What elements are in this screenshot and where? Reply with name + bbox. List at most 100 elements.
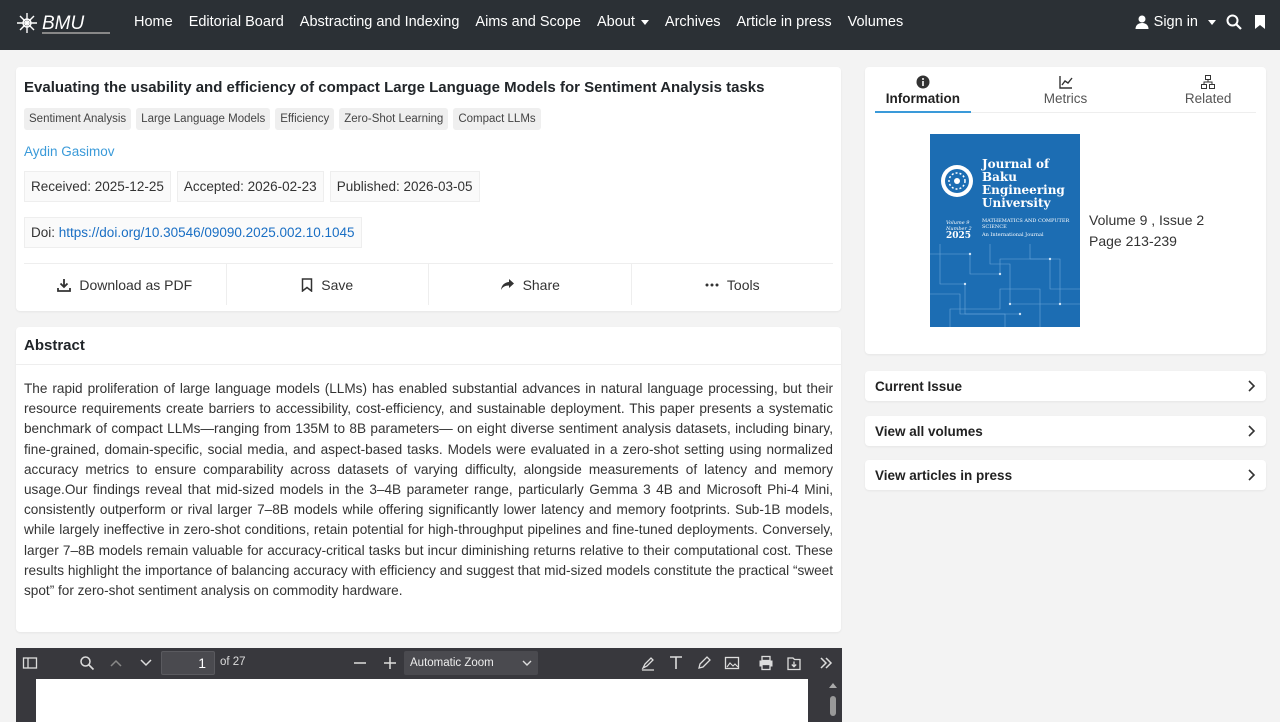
keyword-tag[interactable]: Efficiency bbox=[275, 108, 335, 130]
current-issue-label: Current Issue bbox=[875, 378, 963, 394]
nav-editorial-board[interactable]: Editorial Board bbox=[189, 14, 284, 30]
abstract-text: The rapid proliferation of large languag… bbox=[24, 381, 833, 599]
article-header-card: Evaluating the usability and efficiency … bbox=[16, 67, 841, 311]
received-date: Received: 2025-12-25 bbox=[24, 171, 171, 202]
tab-information[interactable]: Information bbox=[875, 75, 971, 113]
save-button[interactable]: Save bbox=[227, 264, 429, 305]
share-label: Share bbox=[522, 276, 560, 293]
tab-metrics[interactable]: Metrics bbox=[1018, 75, 1114, 112]
caret-down-icon bbox=[640, 19, 649, 25]
zoom-select[interactable]: Automatic Zoom bbox=[404, 651, 538, 675]
nav-archives[interactable]: Archives bbox=[665, 14, 721, 30]
info-icon bbox=[916, 75, 930, 89]
articles-in-press-label: View articles in press bbox=[875, 467, 1013, 483]
accepted-date: Accepted: 2026-02-23 bbox=[176, 171, 324, 202]
tools-button[interactable]: Tools bbox=[632, 264, 834, 305]
top-navbar: BMU Home Editorial Board Abstracting and… bbox=[0, 0, 1280, 50]
nav-abstracting-indexing[interactable]: Abstracting and Indexing bbox=[300, 14, 460, 30]
tools-label: Tools bbox=[726, 276, 760, 293]
pdf-scrollbar[interactable] bbox=[828, 682, 838, 722]
chevron-right-icon bbox=[1248, 380, 1256, 392]
next-page-icon[interactable] bbox=[138, 655, 154, 671]
chevron-down-icon bbox=[522, 660, 532, 666]
current-issue-link[interactable]: Current Issue bbox=[865, 371, 1266, 401]
nav-about-label: About bbox=[597, 14, 635, 30]
doi-link[interactable]: https://doi.org/10.30546/09090.2025.002.… bbox=[59, 225, 355, 240]
draw-icon[interactable] bbox=[696, 655, 712, 671]
university-logo[interactable]: BMU bbox=[16, 11, 112, 37]
page-count: of 27 bbox=[220, 656, 246, 668]
articles-in-press-link[interactable]: View articles in press bbox=[865, 460, 1266, 490]
save-label: Save bbox=[321, 276, 354, 293]
chevron-right-icon bbox=[1248, 425, 1256, 437]
article-actions: Download as PDF Save Share Tools bbox=[24, 263, 833, 305]
nav-aims-scope[interactable]: Aims and Scope bbox=[475, 14, 581, 30]
pdf-page bbox=[36, 679, 808, 722]
search-icon[interactable] bbox=[1226, 14, 1242, 30]
share-icon bbox=[500, 279, 514, 290]
abstract-card: Abstract The rapid proliferation of larg… bbox=[16, 327, 841, 632]
page-number-input[interactable]: 1 bbox=[161, 651, 215, 675]
bookmark-outline-icon bbox=[302, 277, 313, 292]
download-pdf-button[interactable]: Download as PDF bbox=[24, 264, 227, 305]
tools-menu-icon[interactable] bbox=[818, 655, 834, 671]
nav-about[interactable]: About bbox=[597, 14, 649, 30]
author-link[interactable]: Aydin Gasimov bbox=[24, 144, 115, 159]
keyword-tag[interactable]: Zero-Shot Learning bbox=[339, 108, 449, 130]
nav-home[interactable]: Home bbox=[134, 14, 173, 30]
caret-down-icon bbox=[1208, 19, 1216, 25]
pdf-viewer: 1 of 27 Automatic Zoom bbox=[16, 648, 842, 722]
signin-menu[interactable]: Sign in bbox=[1134, 14, 1216, 30]
user-icon bbox=[1135, 15, 1149, 29]
share-button[interactable]: Share bbox=[429, 264, 632, 305]
university-seal-icon bbox=[941, 165, 973, 197]
keyword-tag[interactable]: Compact LLMs bbox=[453, 108, 541, 130]
download-label: Download as PDF bbox=[79, 276, 193, 293]
all-volumes-label: View all volumes bbox=[875, 423, 983, 439]
tab-related-label: Related bbox=[1184, 91, 1232, 106]
nav-article-in-press[interactable]: Article in press bbox=[737, 14, 832, 30]
cover-year: 2025 bbox=[946, 231, 972, 241]
chart-line-icon bbox=[1058, 76, 1073, 89]
abstract-heading: Abstract bbox=[24, 337, 85, 354]
keyword-list: Sentiment Analysis Large Language Models… bbox=[24, 108, 541, 130]
abstract-divider bbox=[16, 364, 841, 365]
nav-right: Sign in bbox=[1134, 0, 1268, 44]
zoom-select-value: Automatic Zoom bbox=[410, 657, 494, 669]
nav-links: Home Editorial Board Abstracting and Ind… bbox=[134, 0, 919, 44]
cover-title: Journal of Baku Engineering University bbox=[982, 157, 1065, 210]
info-card: Information Metrics Related Journal of B… bbox=[865, 67, 1266, 354]
more-horizontal-icon bbox=[705, 283, 719, 286]
previous-page-icon[interactable] bbox=[108, 655, 124, 671]
sitemap-icon bbox=[1201, 75, 1216, 89]
signin-label: Sign in bbox=[1153, 14, 1198, 30]
image-tool-icon[interactable] bbox=[724, 655, 740, 671]
keyword-tag[interactable]: Sentiment Analysis bbox=[24, 108, 132, 130]
article-dates: Received: 2025-12-25 Accepted: 2026-02-2… bbox=[24, 171, 480, 202]
highlight-icon[interactable] bbox=[640, 655, 656, 671]
article-title: Evaluating the usability and efficiency … bbox=[24, 79, 765, 96]
cover-tagline: An International Journal bbox=[982, 232, 1044, 238]
text-tool-icon[interactable] bbox=[668, 655, 684, 671]
sidebar-toggle-icon[interactable] bbox=[22, 655, 38, 671]
download-icon bbox=[57, 278, 72, 292]
tab-metrics-label: Metrics bbox=[1043, 91, 1088, 106]
cover-subtitle: MATHEMATICS AND COMPUTER SCIENCE bbox=[982, 218, 1070, 230]
nav-volumes[interactable]: Volumes bbox=[848, 14, 904, 30]
zoom-in-icon[interactable] bbox=[382, 655, 398, 671]
print-icon[interactable] bbox=[758, 655, 774, 671]
page-range: Page 213-239 bbox=[1089, 233, 1177, 249]
doi-label: Doi: bbox=[31, 225, 56, 240]
zoom-out-icon[interactable] bbox=[352, 655, 368, 671]
svg-text:BMU: BMU bbox=[42, 13, 85, 34]
keyword-tag[interactable]: Large Language Models bbox=[136, 108, 271, 130]
volume-issue: Volume 9 , Issue 2 bbox=[1089, 212, 1205, 228]
save-pdf-icon[interactable] bbox=[786, 655, 802, 671]
journal-cover-image[interactable]: Journal of Baku Engineering University M… bbox=[930, 134, 1080, 327]
bookmark-icon[interactable] bbox=[1252, 14, 1268, 30]
find-icon[interactable] bbox=[79, 655, 95, 671]
all-volumes-link[interactable]: View all volumes bbox=[865, 416, 1266, 446]
info-tabs: Information Metrics Related bbox=[875, 75, 1256, 113]
cover-circuit-pattern bbox=[930, 244, 1080, 327]
tab-related[interactable]: Related bbox=[1160, 75, 1256, 112]
